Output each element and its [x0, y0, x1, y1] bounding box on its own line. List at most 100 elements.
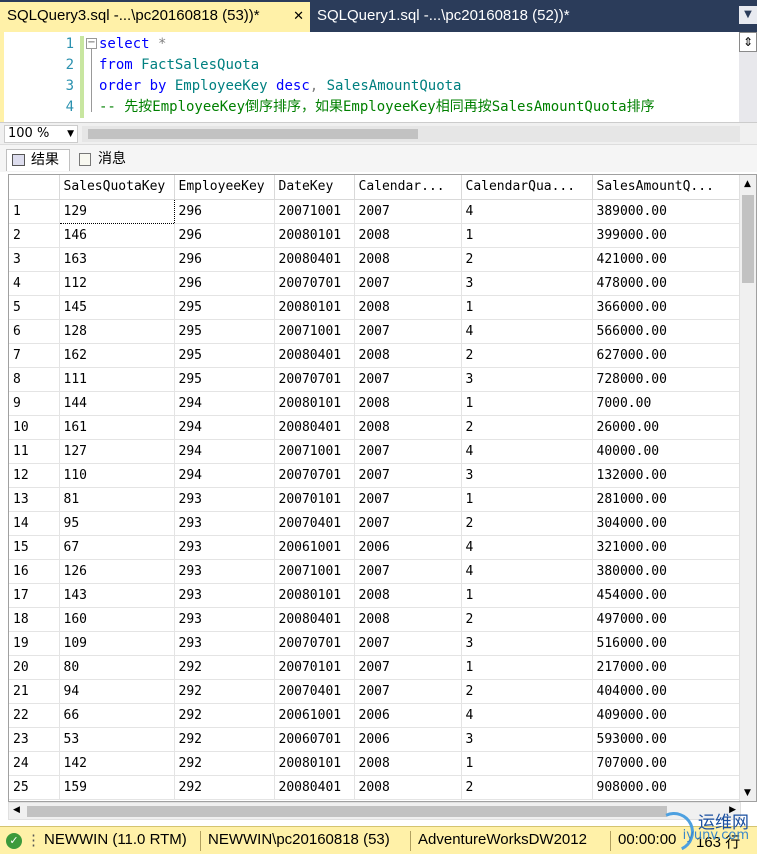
table-cell[interactable]: 2008 [354, 391, 462, 416]
table-cell[interactable]: 2 [461, 415, 593, 440]
table-cell[interactable]: 20070401 [274, 511, 355, 536]
table-cell[interactable]: 145 [59, 295, 175, 320]
tab-results[interactable]: 结果 [6, 149, 70, 171]
table-cell[interactable]: 2007 [354, 319, 462, 344]
row-number[interactable]: 3 [9, 247, 60, 272]
table-cell[interactable]: 127 [59, 439, 175, 464]
row-number[interactable]: 18 [9, 607, 60, 632]
code-area[interactable]: select * from FactSalesQuota order by Empl… [99, 34, 655, 118]
table-row[interactable]: 22 66 292 20061001 2006 4 409000.00 [9, 703, 741, 728]
table-cell[interactable]: 2008 [354, 295, 462, 320]
table-cell[interactable]: 142 [59, 751, 175, 776]
table-row[interactable]: 24 142 292 20080101 2008 1 707000.00 [9, 751, 741, 776]
table-cell[interactable]: 1 [461, 223, 593, 248]
table-cell[interactable]: 566000.00 [592, 319, 741, 344]
table-cell[interactable]: 2007 [354, 439, 462, 464]
table-row[interactable]: 9 144 294 20080101 2008 1 7000.00 [9, 391, 741, 416]
table-cell[interactable]: 2 [461, 679, 593, 704]
table-cell[interactable]: 2006 [354, 703, 462, 728]
table-cell[interactable]: 20080401 [274, 343, 355, 368]
table-cell[interactable]: 2008 [354, 343, 462, 368]
code-line[interactable]: order by EmployeeKey desc, SalesAmountQu… [99, 76, 655, 97]
table-cell[interactable]: 1 [461, 487, 593, 512]
table-cell[interactable]: 20061001 [274, 535, 355, 560]
row-number[interactable]: 23 [9, 727, 60, 752]
row-number[interactable]: 13 [9, 487, 60, 512]
table-row[interactable]: 25 159 292 20080401 2008 2 908000.00 [9, 775, 741, 800]
table-cell[interactable]: 421000.00 [592, 247, 741, 272]
column-header[interactable]: Calendar... [354, 175, 462, 200]
table-row[interactable]: 20 80 292 20070101 2007 1 217000.00 [9, 655, 741, 680]
table-cell[interactable]: 292 [174, 727, 275, 752]
table-cell[interactable]: 321000.00 [592, 535, 741, 560]
table-cell[interactable]: 128 [59, 319, 175, 344]
row-number[interactable]: 22 [9, 703, 60, 728]
table-cell[interactable]: 2006 [354, 535, 462, 560]
table-cell[interactable]: 292 [174, 679, 275, 704]
row-number[interactable]: 7 [9, 343, 60, 368]
table-cell[interactable]: 293 [174, 607, 275, 632]
tab-sqlquery3[interactable]: SQLQuery3.sql -...\pc20160818 (53))* ✕ [0, 2, 310, 32]
table-cell[interactable]: 126 [59, 559, 175, 584]
table-row[interactable]: 23 53 292 20060701 2006 3 593000.00 [9, 727, 741, 752]
table-cell[interactable]: 293 [174, 631, 275, 656]
table-cell[interactable]: 217000.00 [592, 655, 741, 680]
table-row[interactable]: 2 146 296 20080101 2008 1 399000.00 [9, 223, 741, 248]
table-cell[interactable]: 129 [58, 198, 175, 224]
row-number[interactable]: 16 [9, 559, 60, 584]
table-cell[interactable]: 20071001 [274, 199, 355, 224]
tab-overflow-dropdown-icon[interactable]: ▼ [739, 6, 757, 24]
row-number[interactable]: 14 [9, 511, 60, 536]
scrollbar-thumb[interactable] [742, 195, 754, 283]
table-cell[interactable]: 404000.00 [592, 679, 741, 704]
table-cell[interactable]: 380000.00 [592, 559, 741, 584]
row-number[interactable]: 11 [9, 439, 60, 464]
table-cell[interactable]: 728000.00 [592, 367, 741, 392]
table-cell[interactable]: 1 [461, 751, 593, 776]
table-cell[interactable]: 20060701 [274, 727, 355, 752]
table-cell[interactable]: 20080401 [274, 607, 355, 632]
table-cell[interactable]: 144 [59, 391, 175, 416]
table-row[interactable]: 7 162 295 20080401 2008 2 627000.00 [9, 343, 741, 368]
results-grid[interactable]: SalesQuotaKey EmployeeKey DateKey Calendar.… [8, 174, 757, 802]
table-cell[interactable]: 478000.00 [592, 271, 741, 296]
scrollbar-thumb[interactable] [27, 806, 667, 817]
table-cell[interactable]: 2008 [354, 415, 462, 440]
table-cell[interactable]: 2 [461, 511, 593, 536]
table-cell[interactable]: 81 [59, 487, 175, 512]
column-header[interactable]: SalesQuotaKey [59, 175, 175, 200]
table-row[interactable]: 5 145 295 20080101 2008 1 366000.00 [9, 295, 741, 320]
table-row[interactable]: 3 163 296 20080401 2008 2 421000.00 [9, 247, 741, 272]
table-cell[interactable]: 20071001 [274, 559, 355, 584]
table-cell[interactable]: 20080401 [274, 775, 355, 800]
table-cell[interactable]: 53 [59, 727, 175, 752]
table-cell[interactable]: 2007 [354, 367, 462, 392]
collapse-region-icon[interactable]: − [86, 38, 97, 49]
row-number[interactable]: 25 [9, 775, 60, 800]
table-cell[interactable]: 399000.00 [592, 223, 741, 248]
table-cell[interactable]: 80 [59, 655, 175, 680]
table-cell[interactable]: 2008 [354, 247, 462, 272]
table-cell[interactable]: 389000.00 [592, 199, 741, 224]
table-cell[interactable]: 163 [59, 247, 175, 272]
table-cell[interactable]: 293 [174, 487, 275, 512]
table-cell[interactable]: 292 [174, 775, 275, 800]
table-cell[interactable]: 1 [461, 391, 593, 416]
table-cell[interactable]: 2007 [354, 679, 462, 704]
table-cell[interactable]: 454000.00 [592, 583, 741, 608]
table-cell[interactable]: 2006 [354, 727, 462, 752]
table-cell[interactable]: 366000.00 [592, 295, 741, 320]
table-cell[interactable]: 295 [174, 319, 275, 344]
column-header[interactable]: EmployeeKey [174, 175, 275, 200]
table-cell[interactable]: 293 [174, 535, 275, 560]
table-row[interactable]: 21 94 292 20070401 2007 2 404000.00 [9, 679, 741, 704]
column-header[interactable]: DateKey [274, 175, 355, 200]
table-cell[interactable]: 627000.00 [592, 343, 741, 368]
row-number[interactable]: 9 [9, 391, 60, 416]
table-cell[interactable]: 304000.00 [592, 511, 741, 536]
code-line[interactable]: from FactSalesQuota [99, 55, 655, 76]
row-number[interactable]: 6 [9, 319, 60, 344]
table-cell[interactable]: 3 [461, 271, 593, 296]
table-cell[interactable]: 20080101 [274, 751, 355, 776]
table-cell[interactable]: 295 [174, 367, 275, 392]
